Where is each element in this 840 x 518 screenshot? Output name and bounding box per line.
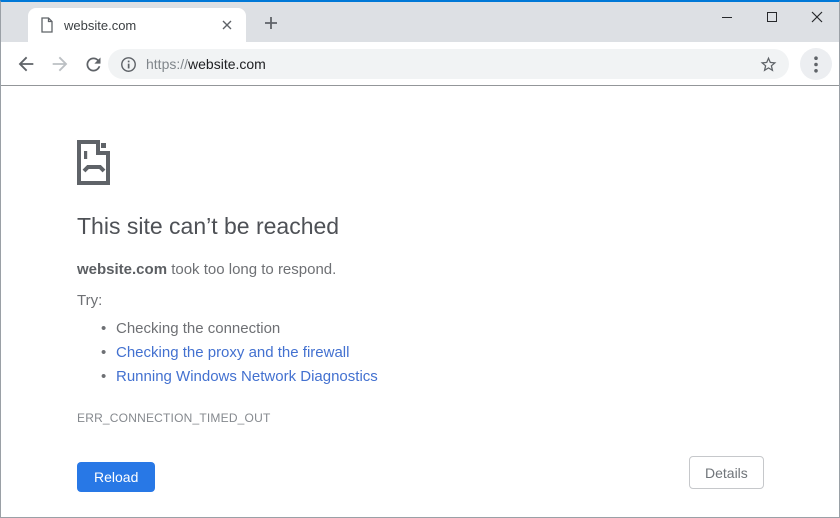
error-message: website.com took too long to respond. (77, 261, 637, 278)
browser-menu-button[interactable] (800, 48, 832, 80)
browser-window: website.com https://website.com This sit… (0, 0, 840, 518)
suggestion-run-diagnostics-link[interactable]: Running Windows Network Diagnostics (101, 365, 637, 389)
maximize-button[interactable] (749, 2, 794, 32)
maximize-icon (766, 11, 778, 23)
bookmark-star-icon[interactable] (757, 53, 779, 75)
url-host: website.com (188, 56, 266, 72)
tab-strip: website.com (1, 2, 839, 42)
window-close-button[interactable] (794, 2, 839, 32)
details-button[interactable]: Details (689, 456, 764, 489)
tab-title: website.com (64, 17, 137, 33)
close-icon (811, 11, 823, 23)
url-text: https://website.com (146, 56, 266, 72)
forward-button[interactable] (48, 52, 72, 76)
error-message-rest: took too long to respond. (167, 261, 337, 278)
plus-icon (264, 16, 278, 30)
address-bar[interactable]: https://website.com (108, 49, 789, 79)
error-heading: This site can’t be reached (77, 213, 340, 239)
tab-close-icon[interactable] (218, 16, 236, 34)
error-page: This site can’t be reached website.com t… (1, 86, 839, 517)
three-dots-icon (814, 55, 818, 73)
reload-button[interactable] (81, 52, 105, 76)
arrow-right-icon (49, 53, 71, 75)
sad-page-icon (77, 139, 637, 185)
minimize-button[interactable] (704, 2, 749, 32)
suggestion-check-connection: Checking the connection (101, 317, 637, 341)
navigation-bar: https://website.com (1, 42, 839, 86)
page-favicon-icon (40, 17, 54, 33)
arrow-left-icon (15, 53, 37, 75)
error-code: ERR_CONNECTION_TIMED_OUT (77, 411, 271, 425)
minimize-icon (721, 11, 733, 23)
back-button[interactable] (14, 52, 38, 76)
suggestion-list: Checking the connection Checking the pro… (77, 317, 637, 389)
error-message-host: website.com (77, 261, 168, 278)
try-label: Try: (77, 292, 103, 309)
error-content: This site can’t be reached website.com t… (77, 139, 637, 425)
reload-page-button[interactable]: Reload (77, 462, 156, 492)
url-scheme: https:// (146, 56, 189, 72)
new-tab-button[interactable] (257, 9, 285, 37)
window-controls (704, 2, 839, 32)
refresh-icon (83, 54, 104, 75)
browser-tab[interactable]: website.com (28, 8, 246, 42)
info-icon[interactable] (120, 56, 137, 73)
suggestion-check-proxy-link[interactable]: Checking the proxy and the firewall (101, 341, 637, 365)
